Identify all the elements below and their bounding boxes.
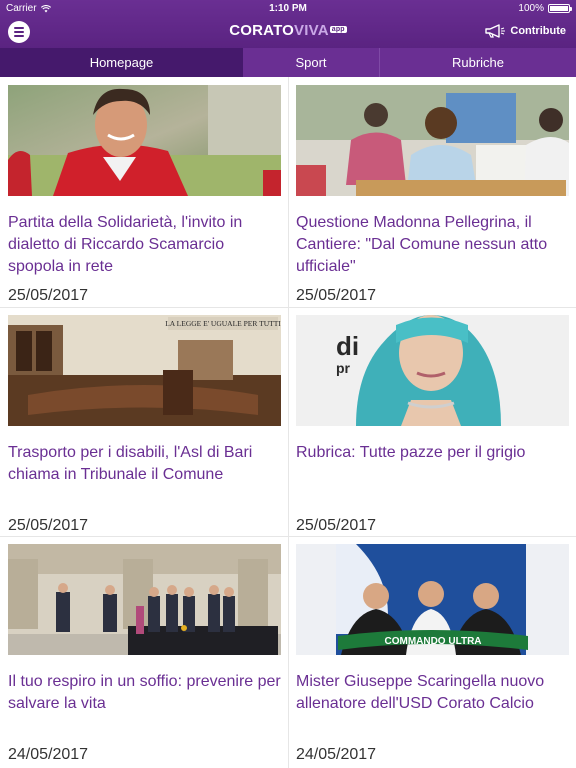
article-thumbnail[interactable]: COMMANDO ULTRA xyxy=(296,544,569,655)
courtroom-sign-text: LA LEGGE E' UGUALE PER TUTTI xyxy=(165,319,281,328)
article-thumbnail[interactable] xyxy=(8,544,281,655)
contribute-label: Contribute xyxy=(510,25,566,37)
article-card[interactable]: Partita della Solidarietà, l'invito in d… xyxy=(8,85,281,305)
tab-homepage[interactable]: Homepage xyxy=(0,48,243,77)
article-card[interactable]: di pr Rubrica: Tutte pazze per il grigio… xyxy=(296,315,569,535)
row-divider xyxy=(0,536,576,537)
column-divider xyxy=(288,77,289,768)
thumbnail-football-coaches: COMMANDO ULTRA xyxy=(296,544,569,655)
article-date: 24/05/2017 xyxy=(296,746,377,763)
thumbnail-conference-group xyxy=(8,544,281,655)
row-divider xyxy=(0,307,576,308)
contribute-button[interactable]: Contribute xyxy=(484,23,566,39)
tab-label: Homepage xyxy=(89,55,154,70)
status-time: 1:10 PM xyxy=(269,3,307,14)
article-title[interactable]: Partita della Solidarietà, l'invito in d… xyxy=(8,212,281,278)
article-thumbnail[interactable] xyxy=(8,85,281,196)
article-date: 25/05/2017 xyxy=(8,287,89,304)
article-date: 25/05/2017 xyxy=(8,517,89,534)
article-title[interactable]: Trasporto per i disabili, l'Asl di Bari … xyxy=(8,442,281,486)
article-card[interactable]: Questione Madonna Pellegrina, il Cantier… xyxy=(296,85,569,305)
battery-icon xyxy=(548,4,572,13)
status-right: 100% xyxy=(518,3,572,14)
article-card[interactable]: Il tuo respiro in un soffio: prevenire p… xyxy=(8,544,281,764)
thumbnail-soccer-player xyxy=(8,85,281,196)
svg-text:di: di xyxy=(336,331,359,361)
article-date: 25/05/2017 xyxy=(296,287,377,304)
banner-text: COMMANDO ULTRA xyxy=(384,636,481,647)
logo-text-corato: CORATO xyxy=(229,22,295,39)
article-thumbnail[interactable]: di pr xyxy=(296,315,569,426)
svg-text:pr: pr xyxy=(336,360,351,376)
thumbnail-blue-hair-woman: di pr xyxy=(296,315,569,426)
article-title[interactable]: Questione Madonna Pellegrina, il Cantier… xyxy=(296,212,569,278)
article-title[interactable]: Rubrica: Tutte pazze per il grigio xyxy=(296,442,569,464)
thumbnail-children-at-school xyxy=(296,85,569,196)
article-card[interactable]: COMMANDO ULTRA Mister Giuseppe Scaringel… xyxy=(296,544,569,764)
article-card[interactable]: LA LEGGE E' UGUALE PER TUTTI Trasporto p… xyxy=(8,315,281,535)
status-bar: Carrier 1:10 PM 100% xyxy=(0,0,576,18)
tab-label: Sport xyxy=(295,55,327,70)
article-thumbnail[interactable]: LA LEGGE E' UGUALE PER TUTTI xyxy=(8,315,281,426)
article-title[interactable]: Mister Giuseppe Scaringella nuovo allena… xyxy=(296,671,569,715)
logo-text-viva: VIVA xyxy=(294,22,329,39)
news-grid: Partita della Solidarietà, l'invito in d… xyxy=(0,77,576,768)
megaphone-icon xyxy=(485,24,506,38)
tab-bar: Homepage Sport Rubriche xyxy=(0,48,576,77)
article-date: 24/05/2017 xyxy=(8,746,89,763)
tab-label: Rubriche xyxy=(451,55,505,70)
logo-badge: app xyxy=(329,26,347,33)
thumbnail-courtroom: LA LEGGE E' UGUALE PER TUTTI xyxy=(8,315,281,426)
battery-percent: 100% xyxy=(518,3,544,14)
app-header: Carrier 1:10 PM 100% CORATOVIVA app Contr… xyxy=(0,0,576,48)
article-thumbnail[interactable] xyxy=(296,85,569,196)
tab-rubriche[interactable]: Rubriche xyxy=(380,48,576,77)
tab-sport[interactable]: Sport xyxy=(243,48,380,77)
article-title[interactable]: Il tuo respiro in un soffio: prevenire p… xyxy=(8,671,281,715)
article-date: 25/05/2017 xyxy=(296,517,377,534)
